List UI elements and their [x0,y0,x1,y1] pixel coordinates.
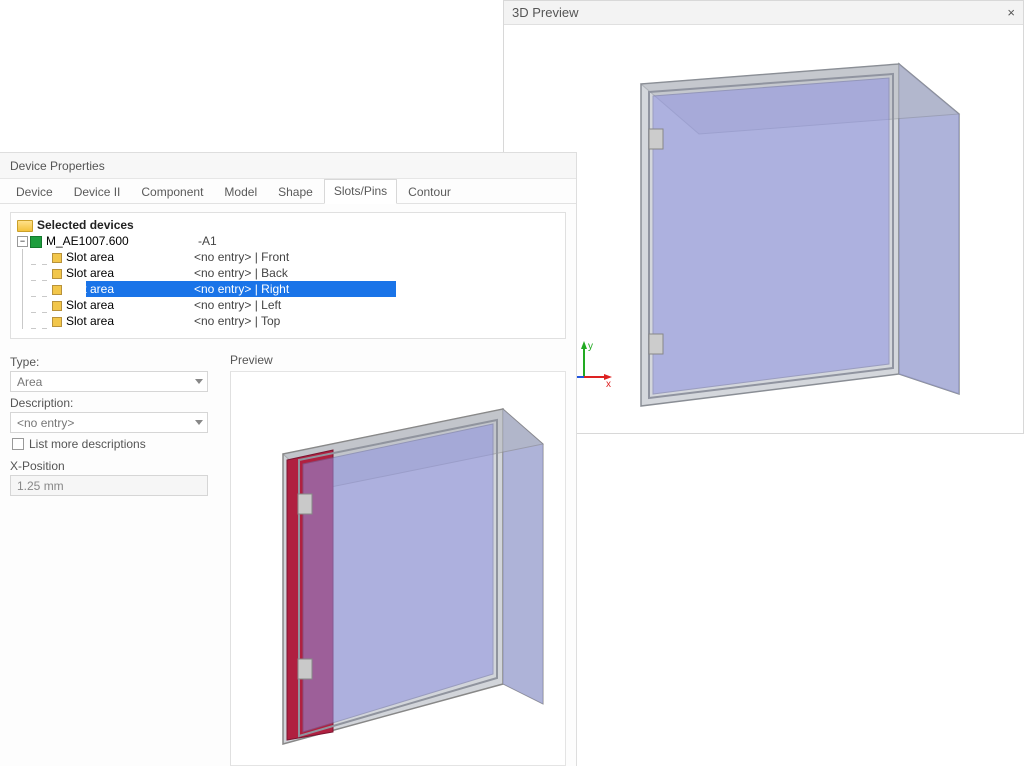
tab-component[interactable]: Component [131,180,213,204]
combo-description-value: <no entry> [17,416,74,430]
close-icon[interactable]: × [1007,6,1015,19]
tree-device-row[interactable]: − M_AE1007.600 -A1 [17,233,565,249]
input-xposition-value: 1.25 mm [17,479,64,493]
label-type: Type: [10,355,220,369]
slot-icon [52,285,62,295]
chevron-down-icon [195,379,203,384]
checkbox-icon [12,438,24,450]
slot-icon [52,253,62,263]
tab-model[interactable]: Model [214,180,267,204]
tree-root[interactable]: Selected devices [17,217,565,233]
tree-device-name: M_AE1007.600 [46,233,198,249]
viewport-3d-preview[interactable]: y x z [504,25,1023,433]
tabstrip: Device Device II Component Model Shape S… [0,179,576,204]
slot-icon [52,269,62,279]
titlebar-device-properties[interactable]: Device Properties [0,153,576,179]
cabinet-preview-model [243,384,553,754]
slot-icon [52,317,62,327]
combo-type-value: Area [17,375,42,389]
tree-slot-row[interactable]: Slot area <no entry> | Front [17,249,565,265]
device-icon [30,236,42,248]
checkbox-list-more-label: List more descriptions [29,437,146,451]
tree-collapse-icon[interactable]: − [17,236,28,247]
window-3d-preview: 3D Preview × y [503,0,1024,434]
tab-shape[interactable]: Shape [268,180,323,204]
tab-device[interactable]: Device [6,180,63,204]
input-xposition[interactable]: 1.25 mm [10,475,208,496]
folder-icon [17,220,33,232]
combo-description[interactable]: <no entry> [10,412,208,433]
label-xposition: X-Position [10,459,220,473]
tab-slots-pins[interactable]: Slots/Pins [324,179,397,204]
slot-icon [52,301,62,311]
tree-device-tag: -A1 [198,233,217,249]
title-device-properties: Device Properties [10,159,105,173]
cabinet-3d-model [549,34,979,424]
tab-contour[interactable]: Contour [398,180,461,204]
tree-slot-row-selected[interactable]: Slot area <no entry> | Right [17,281,565,297]
slot-preview-viewport[interactable] [230,371,566,766]
combo-type[interactable]: Area [10,371,208,392]
tree-slot-row[interactable]: Slot area <no entry> | Top [17,313,565,329]
label-description: Description: [10,396,220,410]
checkbox-list-more[interactable]: List more descriptions [12,437,220,451]
tree-slot-row[interactable]: Slot area <no entry> | Left [17,297,565,313]
title-3d-preview: 3D Preview [512,5,578,20]
titlebar-3d-preview[interactable]: 3D Preview × [504,1,1023,25]
chevron-down-icon [195,420,203,425]
tree-root-label: Selected devices [37,217,134,233]
tab-body-slots-pins: Selected devices − M_AE1007.600 -A1 Slot… [0,204,576,766]
label-preview: Preview [230,353,566,367]
slot-form: Type: Area Description: <no entry> List … [10,353,230,766]
device-tree[interactable]: Selected devices − M_AE1007.600 -A1 Slot… [10,212,566,339]
tab-device-ii[interactable]: Device II [64,180,131,204]
window-device-properties: Device Properties Device Device II Compo… [0,152,577,766]
tree-slot-row[interactable]: Slot area <no entry> | Back [17,265,565,281]
